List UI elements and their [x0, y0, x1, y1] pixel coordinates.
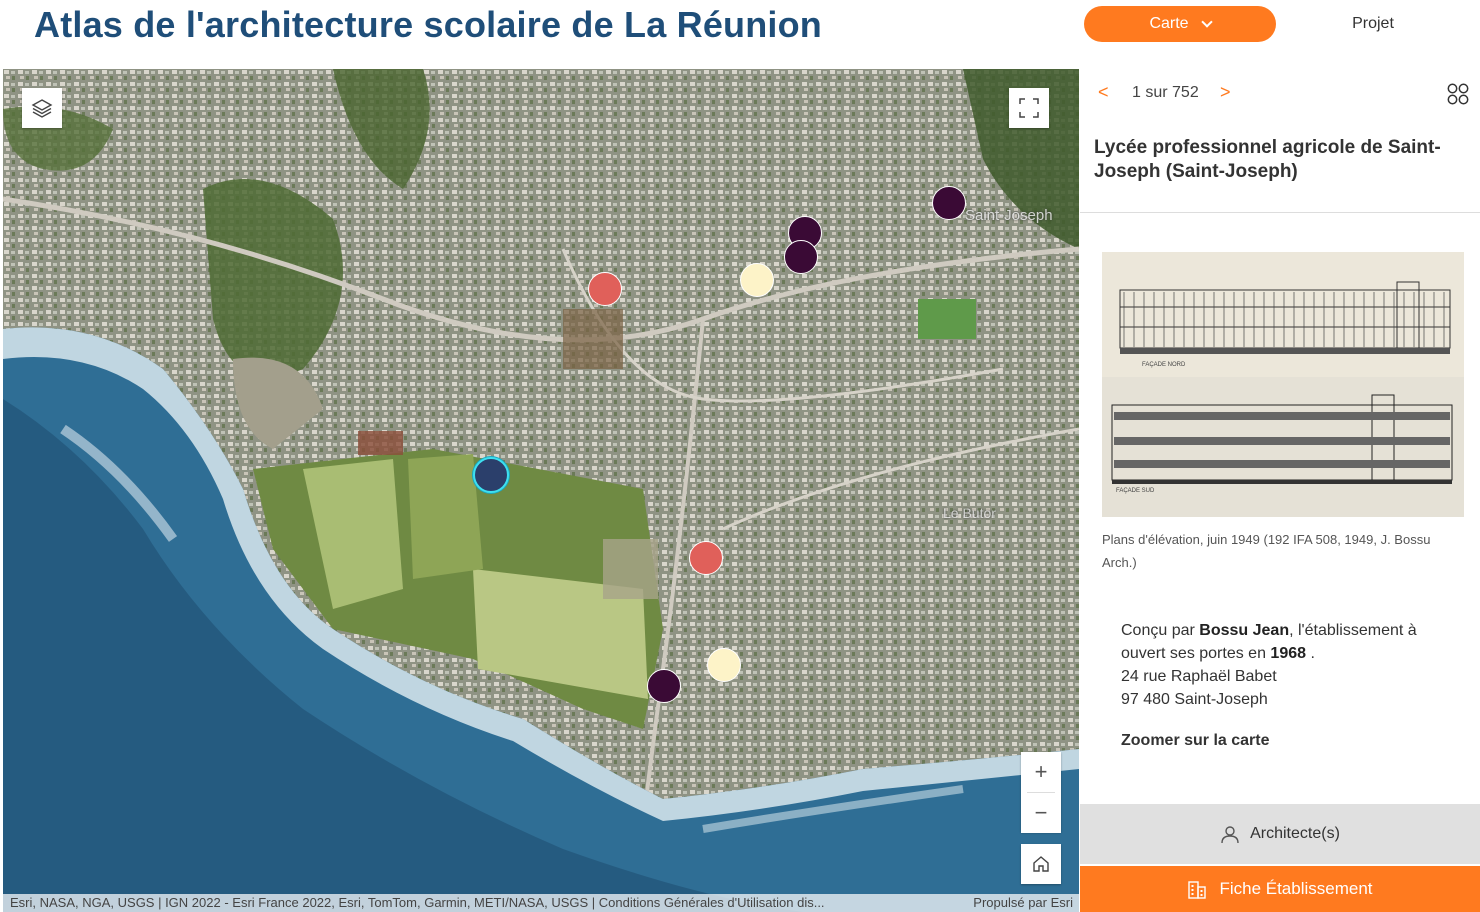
map-place-label: Le Butor: [943, 505, 996, 521]
map-marker-selected[interactable]: [473, 457, 509, 493]
layers-button[interactable]: [22, 88, 62, 128]
map-marker[interactable]: [647, 669, 681, 703]
user-icon: [1221, 826, 1239, 844]
nav-projet[interactable]: Projet: [1330, 10, 1416, 38]
record-count: 1 sur 752: [1132, 84, 1199, 101]
panel-divider: [1080, 212, 1480, 213]
next-button[interactable]: >: [1220, 82, 1231, 103]
map-view[interactable]: Saint-Joseph Le Butor + − Esri, NASA, NG…: [3, 69, 1079, 912]
zoom-out-button[interactable]: −: [1021, 793, 1061, 833]
opening-year: 1968: [1270, 645, 1307, 662]
record-title: Lycée professionnel agricole de Saint-Jo…: [1094, 137, 1441, 182]
home-icon: [1033, 856, 1049, 872]
image-caption: Plans d'élévation, juin 1949 (192 IFA 50…: [1102, 532, 1431, 570]
map-place-label: Saint-Joseph: [965, 207, 1053, 224]
nav-carte-label: Carte: [1149, 15, 1189, 32]
facade-label: FAÇADE NORD: [1142, 362, 1186, 368]
feature-panel: < 1 sur 752 > Lycée professionnel agrico…: [1080, 64, 1480, 912]
designed-by-prefix: Conçu par: [1121, 622, 1195, 639]
elevation-plans-image[interactable]: FAÇADE NORD FAÇADE SUD: [1102, 252, 1464, 517]
map-attribution: Esri, NASA, NGA, USGS | IGN 2022 - Esri …: [3, 894, 1079, 912]
details-period: .: [1310, 645, 1315, 662]
app-header: Atlas de l'architecture scolaire de La R…: [0, 0, 1480, 64]
gallery-view-button[interactable]: [1446, 82, 1470, 106]
address-line-2: 97 480 Saint-Joseph: [1121, 691, 1268, 708]
architect-name: Bossu Jean: [1199, 622, 1290, 639]
map-marker[interactable]: [932, 186, 966, 220]
chevron-down-icon: [1200, 16, 1213, 28]
record-pager: < 1 sur 752 >: [1080, 74, 1480, 114]
map-marker[interactable]: [689, 541, 723, 575]
grid-icon: [1447, 83, 1469, 105]
building-icon: [1188, 881, 1207, 899]
nav-carte-dropdown[interactable]: Carte: [1084, 6, 1276, 42]
home-button[interactable]: [1021, 844, 1061, 884]
satellite-imagery: [3, 69, 1079, 912]
address-line-1: 24 rue Raphaël Babet: [1121, 668, 1277, 685]
zoom-to-map-link[interactable]: Zoomer sur la carte: [1121, 732, 1270, 750]
zoom-controls: + −: [1021, 752, 1061, 833]
record-details: Conçu par Bossu Jean, l'établissement à …: [1121, 619, 1461, 711]
map-marker[interactable]: [588, 272, 622, 306]
layers-icon: [31, 99, 53, 118]
fullscreen-icon: [1019, 98, 1039, 118]
powered-by-esri[interactable]: Propulsé par Esri: [973, 894, 1073, 912]
app-title: Atlas de l'architecture scolaire de La R…: [34, 4, 822, 45]
map-marker[interactable]: [740, 263, 774, 297]
zoom-in-button[interactable]: +: [1021, 752, 1061, 792]
facade-label: FAÇADE SUD: [1116, 488, 1155, 494]
architectural-drawing: [1102, 252, 1464, 517]
attribution-text[interactable]: Esri, NASA, NGA, USGS | IGN 2022 - Esri …: [10, 895, 825, 910]
fiche-etablissement-button[interactable]: Fiche Établissement: [1080, 866, 1480, 912]
previous-button[interactable]: <: [1098, 82, 1109, 103]
map-marker[interactable]: [707, 648, 741, 682]
fullscreen-button[interactable]: [1009, 88, 1049, 128]
architects-button[interactable]: Architecte(s): [1080, 804, 1480, 864]
architects-label: Architecte(s): [1250, 825, 1340, 842]
map-marker[interactable]: [784, 240, 818, 274]
fiche-label: Fiche Établissement: [1219, 879, 1373, 898]
